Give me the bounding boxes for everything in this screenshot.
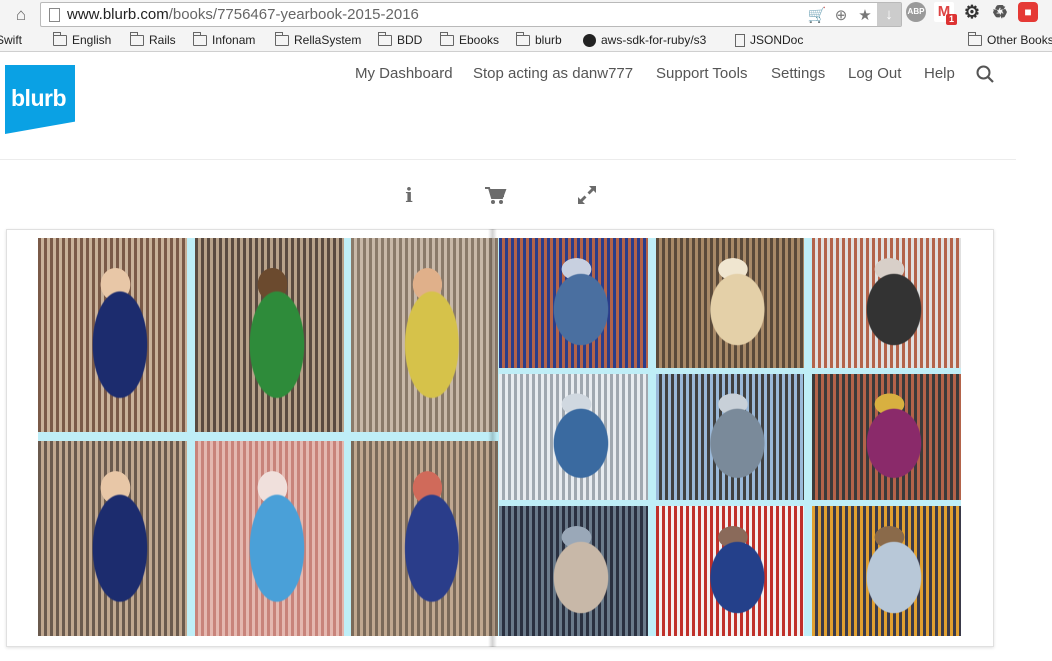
home-icon[interactable]: ⌂ [10,5,32,25]
photo-jumper-visser [195,238,344,432]
photo-distance-runners [812,374,961,500]
bookmark-label: blurb [535,33,562,47]
bookmark-rellasystem[interactable]: RellaSystem [275,31,362,47]
folder-icon [378,31,392,46]
bookmark-label: JSONDoc [750,33,804,47]
url-path: /books/7756467-yearbook-2015-2016 [168,6,419,23]
nav-log-out[interactable]: Log Out [848,65,901,85]
bookmark-other[interactable]: Other Books [968,31,1052,47]
folder-icon [968,31,982,46]
folder-icon [275,31,289,46]
url-domain: www.blurb.com [67,6,169,23]
bookmark-blurb[interactable]: blurb [516,31,562,47]
adblock-icon[interactable]: ABP [906,2,926,22]
recycle-icon[interactable]: ♻ [990,2,1010,22]
photo-volunteers-smiling [812,506,961,636]
document-icon [735,33,745,47]
photo-face-painted-fan [656,506,804,636]
bookmark-label: Other Books [987,33,1052,47]
bookmark-label: Rails [149,33,176,47]
url-text: www.blurb.com/books/7756467-yearbook-201… [67,6,419,23]
search-icon[interactable] [976,65,994,83]
bookmark-bdd[interactable]: BDD [378,31,423,47]
photo-sprinter-uk [351,441,498,636]
logo-text: blurb [11,85,67,111]
photo-spectators-trackside [812,238,961,368]
bookmark-ebooks[interactable]: Ebooks [440,31,500,47]
extension-red-icon[interactable]: ■ [1018,2,1038,22]
bookmark-infonam[interactable]: Infonam [193,31,256,47]
photo-long-jumper-rutherford [38,238,187,432]
bookmark-english[interactable]: English [53,31,112,47]
folder-icon [193,31,207,46]
header-divider [0,159,1016,160]
nav-stop-acting[interactable]: Stop acting as danw777 [473,65,633,85]
gmail-badge: 1 [946,14,957,25]
photo-official-in-coat [499,506,648,636]
nav-support-tools[interactable]: Support Tools [656,65,747,85]
photo-camera-crew [656,374,804,500]
bookmark-label: English [72,33,112,47]
photo-athlete-on-track [499,238,648,368]
bookmark-aws-sdk[interactable]: aws-sdk-for-ruby/s3 [583,33,706,47]
bookmark-label: Infonam [212,33,256,47]
zoom-icon[interactable]: ⊕ [829,6,853,24]
folder-icon [53,31,67,46]
github-icon [583,33,596,47]
download-icon[interactable]: ↓ [877,3,901,26]
browser-toolbar: ⌂ www.blurb.com/books/7756467-yearbook-2… [0,0,1052,30]
photo-hurdlers-steeplechase [499,374,648,500]
address-bar[interactable]: www.blurb.com/books/7756467-yearbook-201… [40,2,902,27]
bookmark-label: RellaSystem [294,33,362,47]
folder-icon [516,31,530,46]
expand-icon[interactable] [575,183,599,207]
bookmark-label: aws-sdk-for-ruby/s3 [601,33,707,47]
folder-icon [440,31,454,46]
bookmark-swift[interactable]: Swift [0,33,22,47]
nav-my-dashboard[interactable]: My Dashboard [355,65,453,85]
gear-icon[interactable]: ⚙ [962,2,982,22]
photo-spread [38,238,961,636]
bookmark-label: Ebooks [459,33,500,47]
gmail-icon[interactable]: M1 [934,2,957,25]
page-icon [49,8,60,22]
photo-pole-vaulter [195,441,344,636]
nav-help[interactable]: Help [924,65,955,85]
folder-icon [130,31,144,46]
bookmarks-bar: Swift English Rails Infonam RellaSystem … [0,30,1052,52]
photo-jumper-ennis [351,238,498,432]
info-icon[interactable]: i [397,183,421,207]
bookmark-star-icon[interactable]: ★ [853,6,877,24]
blurb-logo[interactable]: blurb [5,65,75,134]
bookmark-label: BDD [397,33,423,47]
photo-jumper-landing-sand [656,238,804,368]
bookmark-jsondoc[interactable]: JSONDoc [735,33,803,47]
bookmark-rails[interactable]: Rails [130,31,176,47]
bookmark-label: Swift [0,33,23,47]
photo-heptathlete-johnson-thompson [38,441,187,636]
book-gutter [488,229,497,647]
cart-icon[interactable] [483,183,507,207]
shopping-cart-icon[interactable]: 🛒 [805,6,829,24]
nav-settings[interactable]: Settings [771,65,825,85]
